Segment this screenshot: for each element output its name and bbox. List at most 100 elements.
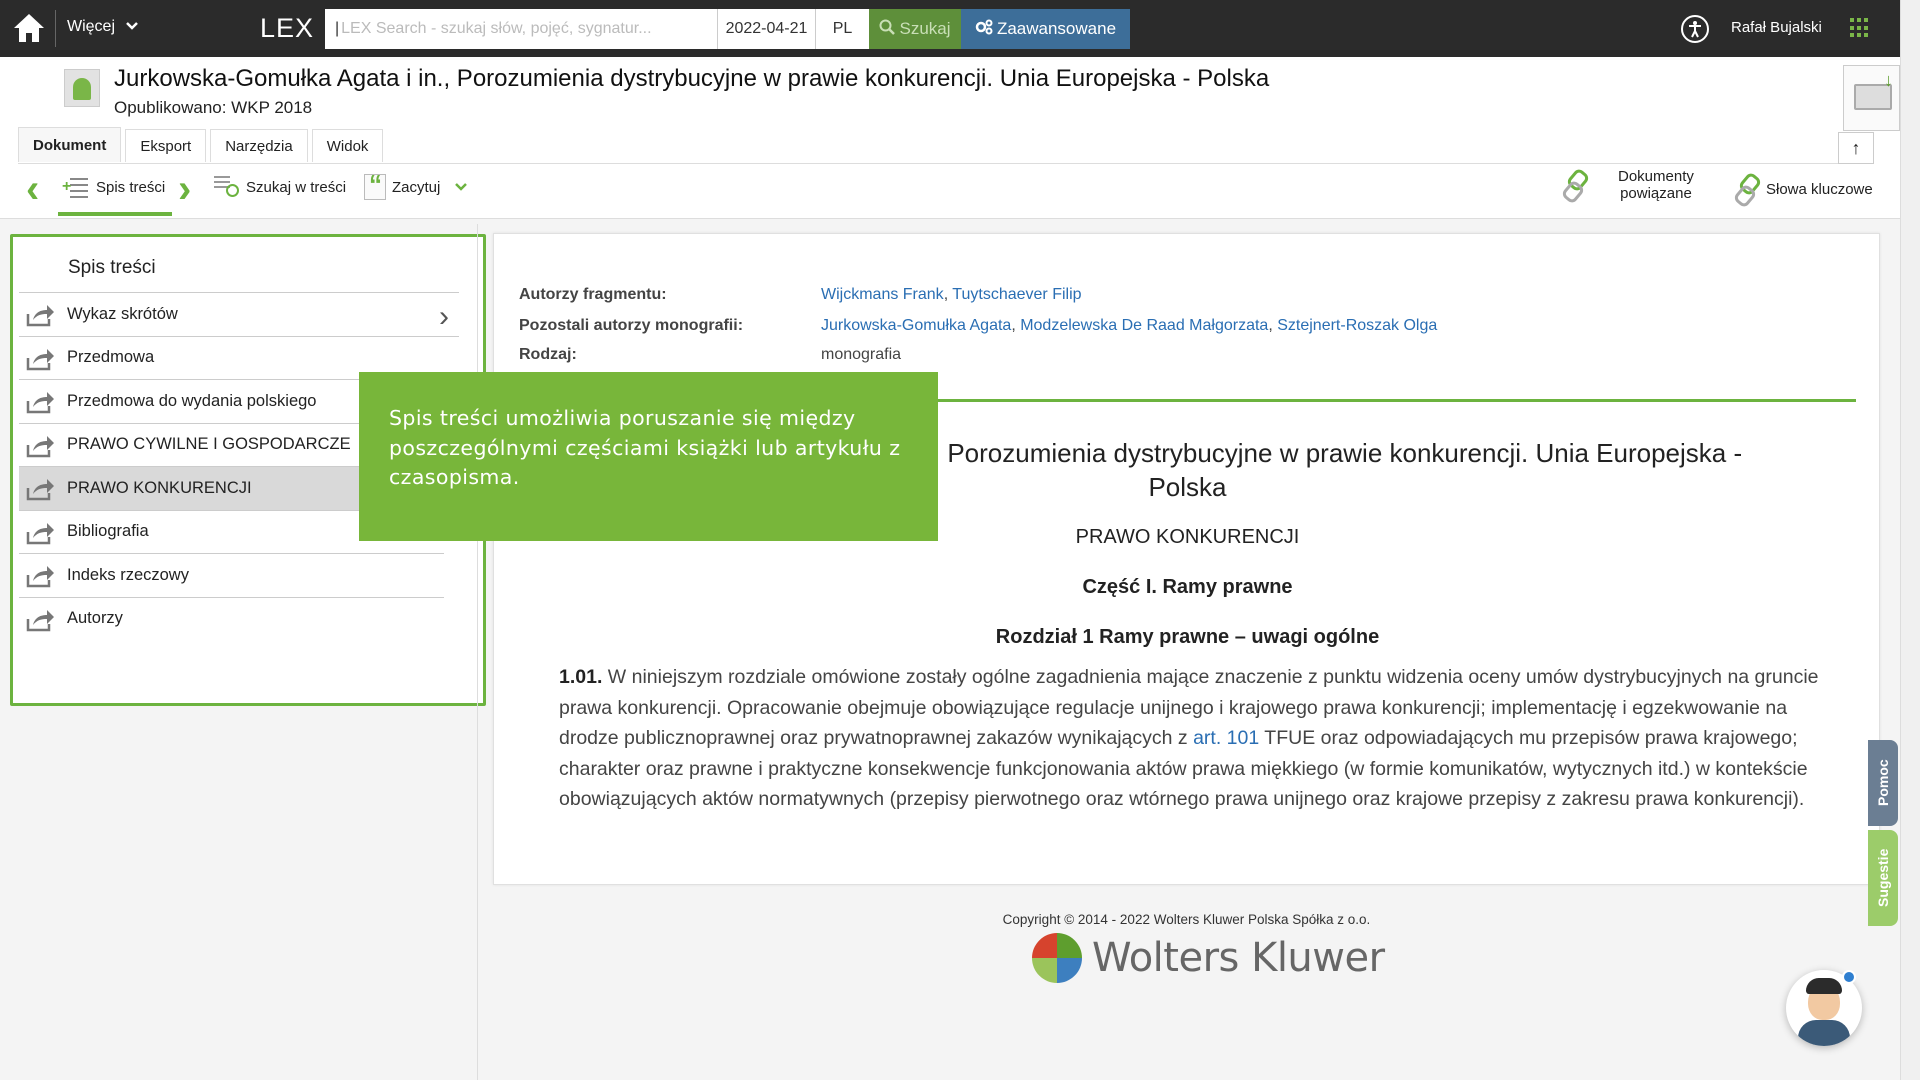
more-menu-label: Więcej — [67, 18, 116, 35]
avatar-suit — [1798, 1020, 1850, 1046]
cite-button[interactable]: Zacytuj — [364, 169, 468, 200]
search-in-content-label: Szukaj w treści — [246, 178, 347, 196]
share-arrow-icon — [25, 433, 55, 459]
document-tabs: Dokument Eksport Narzędzia Widok — [18, 127, 384, 162]
help-tab[interactable]: Pomoc — [1868, 740, 1898, 826]
meta-other-authors-value: Jurkowska-Gomułka Agata, Modzelewska De … — [821, 317, 1438, 334]
document-title: Jurkowska-Gomułka Agata i in., Porozumie… — [114, 65, 1270, 92]
tab-eksport[interactable]: Eksport — [125, 129, 207, 162]
search-placeholder: LEX Search - szukaj słów, pojęć, sygnatu… — [341, 20, 652, 37]
next-arrow-icon[interactable]: › — [178, 169, 191, 209]
related-documents-button[interactable]: Dokumenty powiązane — [1562, 168, 1694, 202]
previous-arrow-icon[interactable]: ‹ — [26, 169, 39, 209]
more-menu-button[interactable]: Więcej — [67, 18, 139, 36]
panel-divider — [477, 224, 478, 1080]
chevron-down-icon — [125, 18, 139, 36]
notification-dot — [1842, 970, 1856, 984]
related-documents-line2: powiązane — [1620, 185, 1692, 202]
document-type-icon — [64, 69, 100, 107]
advanced-search-button[interactable]: Zaawansowane — [961, 9, 1130, 49]
toc-tooltip[interactable]: Spis treści umożliwia poruszanie się mię… — [359, 372, 938, 541]
top-bar: Więcej LEX | LEX Search - szukaj słów, po… — [0, 0, 1920, 57]
related-documents-line1: Dokumenty — [1618, 168, 1694, 185]
tab-dokument[interactable]: Dokument — [18, 127, 122, 162]
home-icon[interactable] — [12, 12, 46, 44]
document-content: Autorzy fragmentu: Wijckmans Frank, Tuyt… — [493, 233, 1880, 885]
toc-title: Spis treści — [68, 257, 156, 278]
apps-grid-icon[interactable] — [1850, 18, 1870, 38]
share-arrow-icon — [25, 346, 55, 372]
search-button[interactable]: Szukaj — [869, 9, 961, 49]
author-link[interactable]: Jurkowska-Gomułka Agata — [821, 317, 1011, 334]
language-select[interactable]: PL — [815, 9, 869, 49]
search-in-content-button[interactable]: Szukaj w treści — [214, 174, 346, 200]
suggestions-tab[interactable]: Sugestie — [1868, 830, 1898, 926]
tab-widok[interactable]: Widok — [311, 129, 384, 162]
document-header: Jurkowska-Gomułka Agata i in., Porozumie… — [0, 57, 1900, 219]
link-icon — [1734, 174, 1760, 204]
save-to-folder-button[interactable]: ↓ — [1843, 65, 1900, 131]
date-field[interactable]: 2022-04-21 — [717, 9, 815, 49]
toc-icon — [62, 174, 90, 200]
part-heading: Część I. Ramy prawne — [1082, 576, 1293, 598]
toc-item-label: Indeks rzeczowy — [67, 565, 189, 584]
wolters-kluwer-logo: Wolters Kluwer — [1032, 933, 1385, 983]
toc-item[interactable]: Autorzy — [19, 596, 444, 641]
avatar-hair — [1806, 978, 1842, 994]
accessibility-icon[interactable] — [1681, 15, 1709, 43]
brand-logo[interactable]: LEX — [260, 13, 314, 44]
search-icon — [879, 19, 896, 40]
user-name[interactable]: Rafał Bujalski — [1731, 19, 1822, 36]
keywords-button[interactable]: Słowa kluczowe — [1734, 174, 1873, 204]
toc-item-label: Wykaz skrótów — [67, 304, 178, 323]
active-tool-underline — [58, 212, 172, 216]
paragraph-number: 1.01. — [559, 666, 603, 688]
chevron-down-icon — [454, 179, 468, 196]
tab-divider — [18, 163, 1874, 164]
author-link[interactable]: Modzelewska De Raad Małgorzata — [1020, 317, 1268, 334]
meta-authors-value: Wijckmans Frank, Tuytschaever Filip — [821, 286, 1082, 303]
wolters-kluwer-globe-icon — [1032, 933, 1082, 983]
scrollbar[interactable] — [1900, 0, 1920, 1080]
gears-icon — [975, 19, 993, 40]
toc-button[interactable]: Spis treści — [62, 174, 165, 200]
toc-item-label: Autorzy — [67, 609, 123, 628]
author-link[interactable]: Tuytschaever Filip — [952, 286, 1081, 303]
search-button-label: Szukaj — [899, 19, 951, 38]
chevron-right-icon[interactable]: › — [439, 300, 449, 334]
tab-narzedzia[interactable]: Narzędzia — [210, 129, 308, 162]
meta-type-label: Rodzaj: — [519, 346, 577, 363]
author-link[interactable]: Wijckmans Frank — [821, 286, 944, 303]
separator — [55, 10, 56, 47]
share-arrow-icon — [25, 563, 55, 589]
meta-type-value: monografia — [821, 346, 902, 363]
meta-authors-label: Autorzy fragmentu: — [519, 286, 667, 303]
link-icon — [1562, 170, 1588, 200]
search-input[interactable]: | LEX Search - szukaj słów, pojęć, sygnat… — [325, 9, 717, 49]
search-in-text-icon — [214, 174, 240, 200]
toc-item-label: Bibliografia — [67, 522, 149, 541]
toc-item[interactable]: Indeks rzeczowy — [19, 553, 444, 597]
paragraph: 1.01. W niniejszym rozdziale omówione zo… — [559, 662, 1829, 815]
keywords-label: Słowa kluczowe — [1766, 180, 1873, 198]
collapse-header-button[interactable]: ↑ — [1838, 132, 1874, 164]
document-toolbar: ‹ Spis treści › Szukaj w treści Zacytuj … — [0, 166, 1900, 216]
arrow-down-icon: ↓ — [1884, 70, 1893, 90]
chapter-heading: Rozdział 1 Ramy prawne – uwagi ogólne — [995, 626, 1380, 648]
advanced-search-label: Zaawansowane — [996, 19, 1117, 38]
wolters-kluwer-name: Wolters Kluwer — [1092, 935, 1385, 981]
toc-item-label: Przedmowa do wydania polskiego — [67, 391, 317, 410]
toc-item[interactable]: Wykaz skrótów › — [19, 292, 459, 336]
toc-item-label: Przedmowa — [67, 348, 155, 367]
arrow-up-icon: ↑ — [1851, 137, 1861, 158]
share-arrow-icon — [25, 389, 55, 415]
toc-item-label: PRAWO CYWILNE I GOSPODARCZE — [67, 435, 351, 454]
meta-other-authors-label: Pozostali autorzy monografii: — [519, 317, 744, 334]
share-arrow-icon — [25, 520, 55, 546]
cite-button-label: Zacytuj — [392, 178, 441, 196]
related-documents-label: Dokumenty powiązane — [1618, 168, 1694, 202]
article-link[interactable]: art. 101 — [1193, 727, 1259, 749]
quote-icon — [364, 169, 386, 200]
share-arrow-icon — [25, 476, 55, 502]
author-link[interactable]: Sztejnert-Roszak Olga — [1277, 317, 1437, 334]
